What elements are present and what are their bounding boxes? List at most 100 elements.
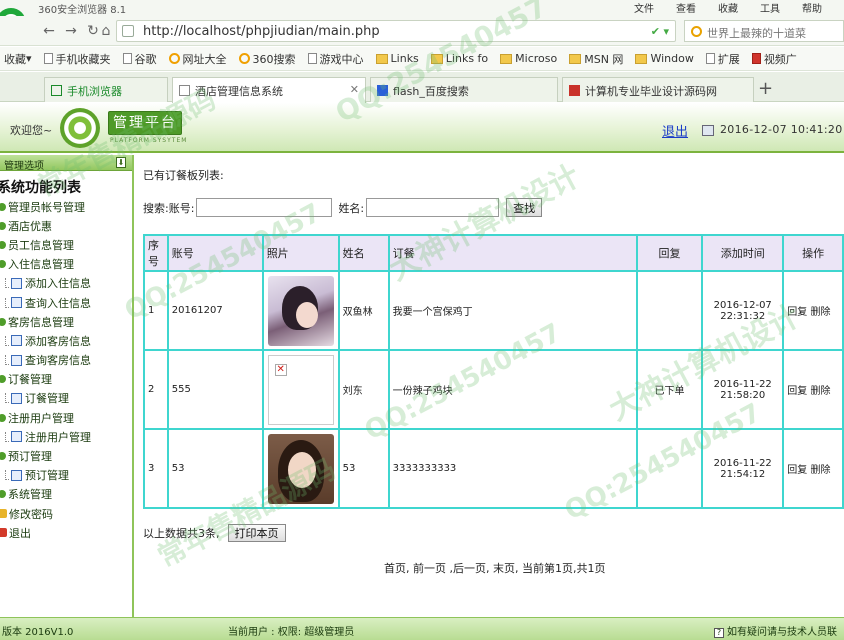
sidebar-item[interactable]: 修改密码: [0, 504, 134, 523]
table-row: 3 53 53 3333333333 2016-11-22 21:54:12 回复…: [143, 428, 844, 509]
search-label: 搜索:: [143, 201, 169, 215]
cell-order: 3333333333: [387, 428, 638, 509]
bookmark-microsoft[interactable]: Microso: [500, 52, 557, 65]
sidebar-item-label: 注册用户管理: [25, 430, 91, 444]
sidebar-item[interactable]: 退出: [0, 523, 134, 542]
cell-account: 555: [166, 349, 264, 430]
name-search-input[interactable]: [366, 198, 500, 217]
cell-time: 2016-11-22 21:54:12: [701, 428, 785, 509]
reply-link[interactable]: 回复: [787, 307, 807, 318]
delete-link[interactable]: 删除: [810, 307, 830, 318]
bookmark-video[interactable]: 视频广: [751, 51, 797, 67]
table-header-row: 序号 账号 照片 姓名 订餐 回复 添加时间 操作: [143, 234, 844, 272]
sidebar-item[interactable]: 查询客房信息: [0, 351, 134, 370]
sidebar-item[interactable]: 注册用户管理: [0, 427, 134, 446]
bookmark-360search[interactable]: 360搜索: [238, 51, 296, 67]
sidebar-item[interactable]: 订餐管理: [0, 370, 134, 389]
sidebar-item[interactable]: 客房信息管理: [0, 312, 134, 331]
cell-time: 2016-12-07 22:31:32: [701, 270, 785, 351]
sidebar-item-label: 员工信息管理: [8, 238, 74, 252]
url-security-icon[interactable]: ✔ ▾: [651, 25, 669, 38]
logout-link[interactable]: 退出: [662, 121, 688, 140]
sidebar-header: 管理选项 ⬇: [0, 155, 132, 172]
menu-help[interactable]: 帮助: [802, 0, 822, 15]
sidebar-menu: 管理员帐号管理 酒店优惠员工信息管理入住信息管理 添加入住信息 查询入住信息 客房信息管…: [0, 197, 134, 542]
cell-no: 2: [143, 349, 169, 430]
tab-hotel-system[interactable]: 酒店管理信息系统 ✕: [172, 77, 366, 103]
bullet-icon: [0, 490, 6, 499]
forward-icon[interactable]: →: [62, 22, 80, 40]
search-button[interactable]: 查找: [506, 198, 543, 217]
cell-order: 一份辣子鸡块: [387, 349, 638, 430]
menu-tools[interactable]: 工具: [760, 0, 780, 15]
sidebar-item-label: 添加客房信息: [25, 334, 91, 348]
sidebar-item-label: 订餐管理: [8, 373, 52, 387]
tab-flash-baidu[interactable]: flash_百度搜索: [370, 77, 558, 102]
cell-clock: 21:58:20: [720, 389, 766, 401]
bookmark-mobile[interactable]: 手机收藏夹: [43, 51, 111, 67]
sidebar-item[interactable]: 预订管理: [0, 466, 134, 485]
bookmark-extensions[interactable]: 扩展: [705, 51, 740, 67]
sidebar-item-label: 预订管理: [25, 469, 69, 483]
browser-search-box[interactable]: 世界上最辣的十道菜: [684, 20, 844, 42]
delete-link[interactable]: 删除: [810, 386, 830, 397]
sidebar: 管理选项 ⬇ 系统功能列表 管理员帐号管理 酒店优惠 员工信息管理 入住信息管理 添加入…: [0, 155, 134, 617]
close-icon[interactable]: ✕: [350, 83, 359, 96]
bookmark-label: Links: [390, 52, 419, 65]
account-label: 账号:: [168, 201, 195, 215]
help-icon: ?: [714, 628, 724, 638]
bookmark-games[interactable]: 游戏中心: [307, 51, 364, 67]
menu-view[interactable]: 查看: [676, 0, 696, 15]
menu-file[interactable]: 文件: [634, 0, 654, 15]
search-engine-icon[interactable]: [691, 26, 702, 37]
pagination[interactable]: 首页, 前一页 ,后一页, 末页, 当前第1页,共1页: [384, 560, 605, 576]
order-table: 序号 账号 照片 姓名 订餐 回复 添加时间 操作 1 20161207 双鱼林…: [143, 234, 844, 509]
bullet-icon: [0, 240, 6, 249]
bookmark-label: Microso: [515, 52, 558, 65]
back-icon[interactable]: ←: [40, 22, 58, 40]
sidebar-item[interactable]: 添加客房信息: [0, 331, 134, 350]
url-text[interactable]: http://localhost/phpjiudian/main.php: [143, 24, 380, 39]
sidebar-item[interactable]: 入住信息管理: [0, 255, 134, 274]
sidebar-item[interactable]: 酒店优惠: [0, 216, 134, 235]
total-count: 以上数据共3条,: [143, 527, 220, 540]
bullet-icon: [0, 202, 6, 211]
help-label: 如有疑问请与技术人员联: [727, 627, 837, 638]
sidebar-item[interactable]: 管理员帐号管理: [0, 197, 134, 216]
bookmark-msn[interactable]: MSN 网: [569, 51, 623, 67]
collapse-icon[interactable]: ⬇: [116, 157, 126, 168]
sidebar-item[interactable]: 注册用户管理: [0, 408, 134, 427]
bookmark-hao[interactable]: 网址大全: [168, 51, 227, 67]
account-search-input[interactable]: [196, 198, 333, 217]
url-bar[interactable]: http://localhost/phpjiudian/main.php ✔ ▾: [116, 20, 676, 42]
logo-subtitle: PLATFORM SYSYTEM: [110, 137, 188, 144]
sidebar-item[interactable]: 员工信息管理: [0, 235, 134, 254]
reply-link[interactable]: 回复: [787, 386, 807, 397]
360-search-icon: [238, 53, 250, 64]
cell-actions: 回复 删除: [782, 349, 844, 430]
bookmark-label: 视频广: [763, 52, 797, 66]
bookmark-favorites[interactable]: 收藏 ▾: [4, 51, 32, 67]
print-button[interactable]: 打印本页: [227, 524, 286, 542]
bookmark-windows[interactable]: Window: [635, 52, 694, 65]
sidebar-item[interactable]: 查询入住信息: [0, 293, 134, 312]
bookmark-links[interactable]: Links: [375, 52, 419, 65]
bookmark-google[interactable]: 谷歌: [122, 51, 157, 67]
tab-source-site[interactable]: 计算机专业毕业设计源码网: [562, 77, 754, 102]
sidebar-item[interactable]: 订餐管理: [0, 389, 134, 408]
sidebar-item[interactable]: 预订管理: [0, 446, 134, 465]
sidebar-item-label: 修改密码: [9, 507, 53, 521]
delete-link[interactable]: 删除: [810, 465, 830, 476]
sidebar-item[interactable]: 添加入住信息: [0, 274, 134, 293]
menu-favorites[interactable]: 收藏: [718, 0, 738, 15]
browser-search-placeholder[interactable]: 世界上最辣的十道菜: [707, 25, 806, 41]
page-icon: [179, 85, 190, 96]
page-icon: [43, 53, 53, 64]
new-tab-icon[interactable]: +: [758, 78, 773, 99]
tab-mobile-browser[interactable]: 手机浏览器: [44, 77, 168, 102]
reply-link[interactable]: 回复: [787, 465, 807, 476]
home-icon[interactable]: ⌂: [98, 22, 114, 40]
bookmark-links-for[interactable]: Links fo: [430, 52, 488, 65]
col-account: 账号: [166, 234, 264, 272]
sidebar-item[interactable]: 系统管理: [0, 485, 134, 504]
